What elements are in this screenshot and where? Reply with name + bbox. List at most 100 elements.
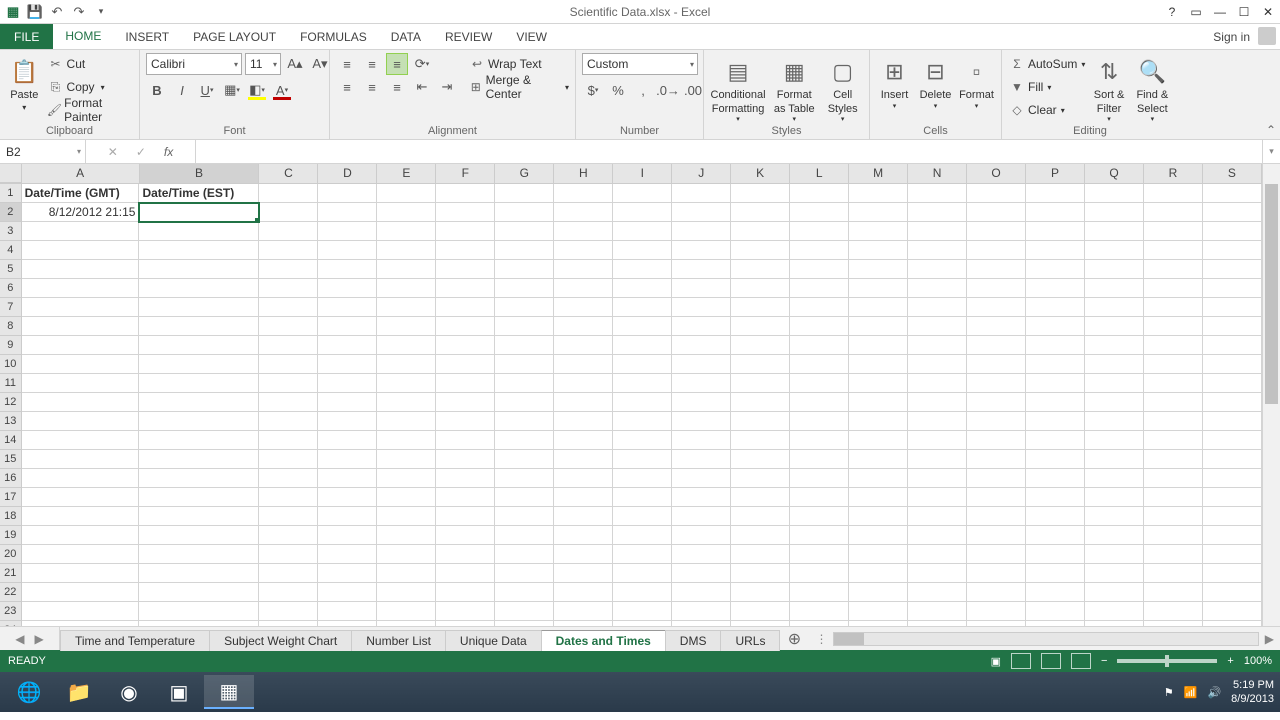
- cell-O21[interactable]: [967, 564, 1026, 583]
- cell-A10[interactable]: [22, 355, 140, 374]
- collapse-ribbon-icon[interactable]: ⌃: [1266, 123, 1276, 137]
- cell-I3[interactable]: [613, 222, 672, 241]
- cell-R10[interactable]: [1144, 355, 1203, 374]
- cell-styles-button[interactable]: ▢Cell Styles▾: [822, 53, 863, 124]
- cell-L2[interactable]: [790, 203, 849, 222]
- cell-K2[interactable]: [731, 203, 790, 222]
- cell-O23[interactable]: [967, 602, 1026, 621]
- cell-F17[interactable]: [436, 488, 495, 507]
- tray-volume-icon[interactable]: 🔊: [1207, 686, 1221, 699]
- sheet-tab-urls[interactable]: URLs: [720, 630, 780, 651]
- cell-E24[interactable]: [377, 621, 436, 626]
- cell-M22[interactable]: [849, 583, 908, 602]
- cell-P1[interactable]: [1026, 184, 1085, 203]
- cell-R7[interactable]: [1144, 298, 1203, 317]
- cell-R14[interactable]: [1144, 431, 1203, 450]
- cell-L8[interactable]: [790, 317, 849, 336]
- font-name-combo[interactable]: Calibri▾: [146, 53, 242, 75]
- cell-S1[interactable]: [1203, 184, 1262, 203]
- find-select-button[interactable]: 🔍Find & Select▾: [1133, 53, 1172, 124]
- cell-F3[interactable]: [436, 222, 495, 241]
- cell-L18[interactable]: [790, 507, 849, 526]
- cell-E20[interactable]: [377, 545, 436, 564]
- cell-N24[interactable]: [908, 621, 967, 626]
- cell-D2[interactable]: [318, 203, 377, 222]
- cell-G16[interactable]: [495, 469, 554, 488]
- explorer-icon[interactable]: 📁: [54, 675, 104, 709]
- cell-R17[interactable]: [1144, 488, 1203, 507]
- sheet-tab-time-and-temperature[interactable]: Time and Temperature: [60, 630, 210, 651]
- decrease-decimal-icon[interactable]: .00: [682, 79, 704, 101]
- cell-H17[interactable]: [554, 488, 613, 507]
- cell-J18[interactable]: [672, 507, 731, 526]
- cell-J15[interactable]: [672, 450, 731, 469]
- cell-H14[interactable]: [554, 431, 613, 450]
- col-header-B[interactable]: B: [140, 164, 260, 183]
- cell-F22[interactable]: [436, 583, 495, 602]
- font-color-icon[interactable]: A▾: [271, 79, 293, 101]
- cell-F11[interactable]: [436, 374, 495, 393]
- cell-P9[interactable]: [1026, 336, 1085, 355]
- cell-C15[interactable]: [259, 450, 318, 469]
- row-header-21[interactable]: 21: [0, 564, 22, 583]
- cell-M18[interactable]: [849, 507, 908, 526]
- zoom-level[interactable]: 100%: [1244, 655, 1272, 667]
- cell-N7[interactable]: [908, 298, 967, 317]
- cell-R21[interactable]: [1144, 564, 1203, 583]
- cell-G14[interactable]: [495, 431, 554, 450]
- format-painter-button[interactable]: 🖌Format Painter: [47, 99, 133, 121]
- row-header-24[interactable]: 24: [0, 621, 22, 626]
- cell-A8[interactable]: [22, 317, 140, 336]
- row-header-14[interactable]: 14: [0, 431, 22, 450]
- copy-button[interactable]: ⎘Copy▾: [47, 76, 133, 98]
- cell-Q16[interactable]: [1085, 469, 1144, 488]
- cell-K10[interactable]: [731, 355, 790, 374]
- cell-O7[interactable]: [967, 298, 1026, 317]
- cut-button[interactable]: ✂Cut: [47, 53, 133, 75]
- cell-J12[interactable]: [672, 393, 731, 412]
- cell-H5[interactable]: [554, 260, 613, 279]
- row-header-13[interactable]: 13: [0, 412, 22, 431]
- fill-color-icon[interactable]: ◧▾: [246, 79, 268, 101]
- cell-H16[interactable]: [554, 469, 613, 488]
- cell-F13[interactable]: [436, 412, 495, 431]
- cell-B19[interactable]: [139, 526, 259, 545]
- cell-C2[interactable]: [259, 203, 318, 222]
- cell-J22[interactable]: [672, 583, 731, 602]
- cell-K20[interactable]: [731, 545, 790, 564]
- cell-C14[interactable]: [259, 431, 318, 450]
- cell-H18[interactable]: [554, 507, 613, 526]
- cell-L24[interactable]: [790, 621, 849, 626]
- cell-B4[interactable]: [139, 241, 259, 260]
- cell-N15[interactable]: [908, 450, 967, 469]
- align-left-icon[interactable]: ≡: [336, 76, 358, 98]
- cell-J13[interactable]: [672, 412, 731, 431]
- cell-G22[interactable]: [495, 583, 554, 602]
- sort-filter-button[interactable]: ⇅Sort & Filter▾: [1089, 53, 1128, 124]
- cell-S15[interactable]: [1203, 450, 1262, 469]
- cell-C24[interactable]: [259, 621, 318, 626]
- cell-E9[interactable]: [377, 336, 436, 355]
- cell-M5[interactable]: [849, 260, 908, 279]
- sheet-tab-dates-and-times[interactable]: Dates and Times: [541, 630, 666, 651]
- cell-I18[interactable]: [613, 507, 672, 526]
- cell-I8[interactable]: [613, 317, 672, 336]
- cell-P12[interactable]: [1026, 393, 1085, 412]
- cell-H6[interactable]: [554, 279, 613, 298]
- col-header-K[interactable]: K: [731, 164, 790, 183]
- cell-C10[interactable]: [259, 355, 318, 374]
- cell-I13[interactable]: [613, 412, 672, 431]
- cell-N9[interactable]: [908, 336, 967, 355]
- cell-M13[interactable]: [849, 412, 908, 431]
- cell-E23[interactable]: [377, 602, 436, 621]
- cell-J10[interactable]: [672, 355, 731, 374]
- cell-A22[interactable]: [22, 583, 140, 602]
- cell-M11[interactable]: [849, 374, 908, 393]
- cell-I14[interactable]: [613, 431, 672, 450]
- cell-E12[interactable]: [377, 393, 436, 412]
- cell-E6[interactable]: [377, 279, 436, 298]
- cell-R22[interactable]: [1144, 583, 1203, 602]
- align-top-icon[interactable]: ≡: [336, 53, 358, 75]
- row-header-3[interactable]: 3: [0, 222, 22, 241]
- cell-H9[interactable]: [554, 336, 613, 355]
